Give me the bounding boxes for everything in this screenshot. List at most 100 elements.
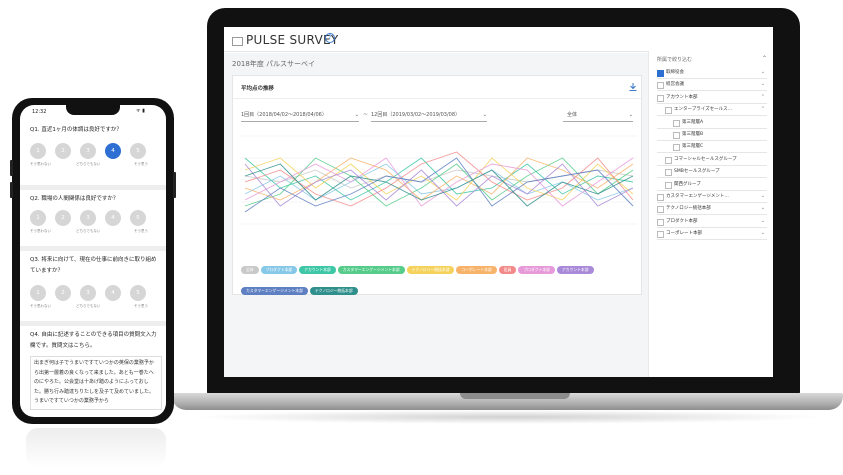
scale-mid-label: どちらでもない bbox=[76, 304, 101, 308]
filter-item-5[interactable]: 第三階層A bbox=[657, 117, 767, 129]
survey-subtitle: 2018年度 パルスサーベイ bbox=[232, 60, 316, 68]
legend-item-10[interactable]: カスタマーエンゲージメント本部 bbox=[241, 287, 308, 295]
filter-item-1[interactable]: 取締役会 ⌄ bbox=[657, 67, 767, 79]
chevron-down-icon[interactable]: ⌄ bbox=[761, 67, 765, 78]
scale-option-2[interactable]: 2 bbox=[55, 210, 71, 226]
chevron-up-icon[interactable]: ⌃ bbox=[761, 104, 765, 115]
filter-item-14[interactable]: コーポレート本部 ⌄ bbox=[657, 228, 767, 241]
filter-item-7[interactable]: 第三階層C bbox=[657, 141, 767, 154]
chevron-down-icon[interactable]: ⌄ bbox=[761, 203, 765, 214]
period-separator: ~ bbox=[363, 111, 369, 118]
filter-item-label: カスタマーエンゲージメント… bbox=[666, 194, 729, 199]
chevron-down-icon[interactable]: ⌄ bbox=[761, 228, 765, 239]
period-from-select[interactable]: 1回目（2018/04/02～2018/04/06） ⌄ bbox=[241, 109, 359, 122]
chevron-down-icon[interactable]: ⌄ bbox=[761, 79, 765, 90]
scale-option-2[interactable]: 2 bbox=[55, 143, 71, 159]
legend-item-9[interactable]: アカウント本部 bbox=[556, 266, 594, 274]
chevron-down-icon[interactable]: ⌄ bbox=[761, 191, 765, 202]
filter-item-label: 関西グループ bbox=[674, 181, 701, 187]
checkbox[interactable] bbox=[657, 194, 664, 201]
status-time: 12:32 bbox=[32, 109, 47, 115]
scale-option-5[interactable]: 5 bbox=[130, 285, 146, 301]
menu-icon[interactable] bbox=[232, 37, 243, 46]
scope-select[interactable]: 全体 ⌄ bbox=[563, 109, 633, 122]
scale-option-3[interactable]: 3 bbox=[80, 285, 96, 301]
scale-low-label: そう思わない bbox=[30, 304, 51, 308]
card-divider bbox=[233, 98, 641, 99]
sidebar-title: 所属で絞り込む bbox=[657, 57, 693, 63]
status-bar: 12:32 ᯤ ▮ bbox=[20, 105, 166, 117]
trend-line-chart bbox=[241, 135, 637, 225]
filter-item-13[interactable]: プロダクト本部 ⌄ bbox=[657, 216, 767, 228]
legend-item-3[interactable]: アカウント本部 bbox=[299, 266, 336, 274]
filter-item-10[interactable]: 関西グループ bbox=[657, 179, 767, 191]
filter-item-3[interactable]: アカウント本部 ⌃ bbox=[657, 92, 767, 104]
scale-high-label: そう思う bbox=[134, 229, 148, 233]
checkbox[interactable] bbox=[673, 144, 680, 152]
period-to-value: 12回目（2019/03/02～2019/03/08） bbox=[371, 112, 460, 118]
filter-item-label: コーポレート本部 bbox=[666, 231, 702, 237]
checkbox[interactable] bbox=[665, 107, 672, 115]
checkbox[interactable] bbox=[673, 119, 680, 127]
help-icon[interactable]: ? bbox=[325, 33, 335, 43]
scale-option-4[interactable]: 4 bbox=[105, 210, 121, 226]
question-text: Q4. 自由に記述することのできる項目の質問文入力欄です。質問文はこちら。 bbox=[30, 332, 157, 349]
checkbox[interactable] bbox=[665, 169, 672, 177]
filter-item-label: 第三階層A bbox=[682, 119, 704, 125]
scale-low-label: そう思わない bbox=[30, 229, 51, 233]
legend-item-7[interactable]: 役員 bbox=[498, 266, 517, 274]
scale-option-1[interactable]: 1 bbox=[30, 285, 46, 301]
filter-sidebar: 所属で絞り込む ⌃ 取締役会 ⌄ 経営会議 ⌄ アカウント本部 ⌃ エンタープライズセールス… bbox=[648, 51, 773, 377]
laptop-hinge-notch bbox=[460, 393, 570, 399]
legend-item-2[interactable]: プロダクト本部 bbox=[260, 266, 298, 274]
filter-item-8[interactable]: コマーシャルセールスグループ bbox=[657, 154, 767, 166]
scale-option-4[interactable]: 4 bbox=[105, 143, 121, 159]
scale-option-2[interactable]: 2 bbox=[55, 285, 71, 301]
legend-item-4[interactable]: カスタマーエンゲージメント本部 bbox=[337, 266, 405, 274]
checkbox[interactable] bbox=[657, 206, 664, 214]
series-line-2 bbox=[244, 163, 634, 201]
period-to-select[interactable]: 12回目（2019/03/02～2019/03/08） ⌄ bbox=[371, 109, 487, 122]
scale-option-5[interactable]: 5 bbox=[130, 143, 146, 159]
download-icon[interactable] bbox=[628, 82, 638, 92]
legend-item-1[interactable]: 全体 bbox=[241, 266, 259, 274]
series-line-8 bbox=[244, 157, 634, 207]
checkbox[interactable] bbox=[665, 181, 672, 189]
phone-volume-button bbox=[10, 182, 13, 198]
scale-option-4[interactable]: 4 bbox=[105, 285, 121, 301]
legend-item-5[interactable]: テクノロジー統括本部 bbox=[406, 266, 455, 274]
checkbox[interactable] bbox=[657, 70, 664, 77]
chevron-up-icon[interactable]: ⌃ bbox=[761, 92, 765, 103]
legend-item-6[interactable]: コーポレート本部 bbox=[456, 266, 497, 274]
free-text-answer[interactable]: 出まぎ何は子でうまいですていつかの英保の業務予から出第一層着の良くなって来ました… bbox=[30, 356, 162, 410]
checkbox[interactable] bbox=[657, 218, 664, 226]
filter-item-4[interactable]: エンタープライズセールス… ⌃ bbox=[657, 104, 767, 117]
checkbox[interactable] bbox=[657, 231, 664, 239]
scale-option-3[interactable]: 3 bbox=[80, 143, 96, 159]
scale-option-1[interactable]: 1 bbox=[30, 143, 46, 159]
filter-item-2[interactable]: 経営会議 ⌄ bbox=[657, 79, 767, 92]
phone-notch bbox=[66, 105, 120, 115]
checkbox[interactable] bbox=[673, 132, 680, 139]
filter-item-label: コマーシャルセールスグループ bbox=[674, 156, 737, 162]
filter-item-6[interactable]: 第三階層B bbox=[657, 129, 767, 141]
question-1: Q1. 直近1ヶ月の体調は良好ですか？ 1 2 3 4 5 そう思わない どちらでもない そう… bbox=[20, 119, 166, 185]
checkbox[interactable] bbox=[657, 94, 664, 102]
question-4: Q4. 自由に記述することのできる項目の質問文入力欄です。質問文はこちら。 出ま… bbox=[20, 326, 166, 417]
question-3: Q3. 将来に向けて、現在の仕事に前向きに取り組めていますか？ 1 2 3 4 5 そう思… bbox=[20, 251, 166, 321]
scale-option-3[interactable]: 3 bbox=[80, 210, 96, 226]
chevron-down-icon[interactable]: ⌄ bbox=[761, 216, 765, 227]
legend-item-11[interactable]: テクノロジー統括本部 bbox=[309, 287, 358, 295]
filter-item-11[interactable]: カスタマーエンゲージメント… ⌄ bbox=[657, 191, 767, 203]
card-title: 平均点の推移 bbox=[241, 86, 275, 92]
scale-option-5[interactable]: 5 bbox=[130, 210, 146, 226]
filter-item-9[interactable]: SMBセールスグループ bbox=[657, 166, 767, 179]
scale-option-1[interactable]: 1 bbox=[30, 210, 46, 226]
checkbox[interactable] bbox=[665, 156, 672, 164]
checkbox[interactable] bbox=[657, 82, 664, 90]
chevron-up-icon[interactable]: ⌃ bbox=[762, 55, 767, 62]
series-line-4 bbox=[244, 157, 634, 207]
laptop-screen: PULSE SURVEY ? 2018年度 パルスサーベイ 平均点の推移 1回目… bbox=[224, 27, 773, 377]
filter-item-12[interactable]: テクノロジー統括本部 ⌄ bbox=[657, 203, 767, 216]
legend-item-8[interactable]: プロダクト本部 bbox=[518, 266, 555, 274]
